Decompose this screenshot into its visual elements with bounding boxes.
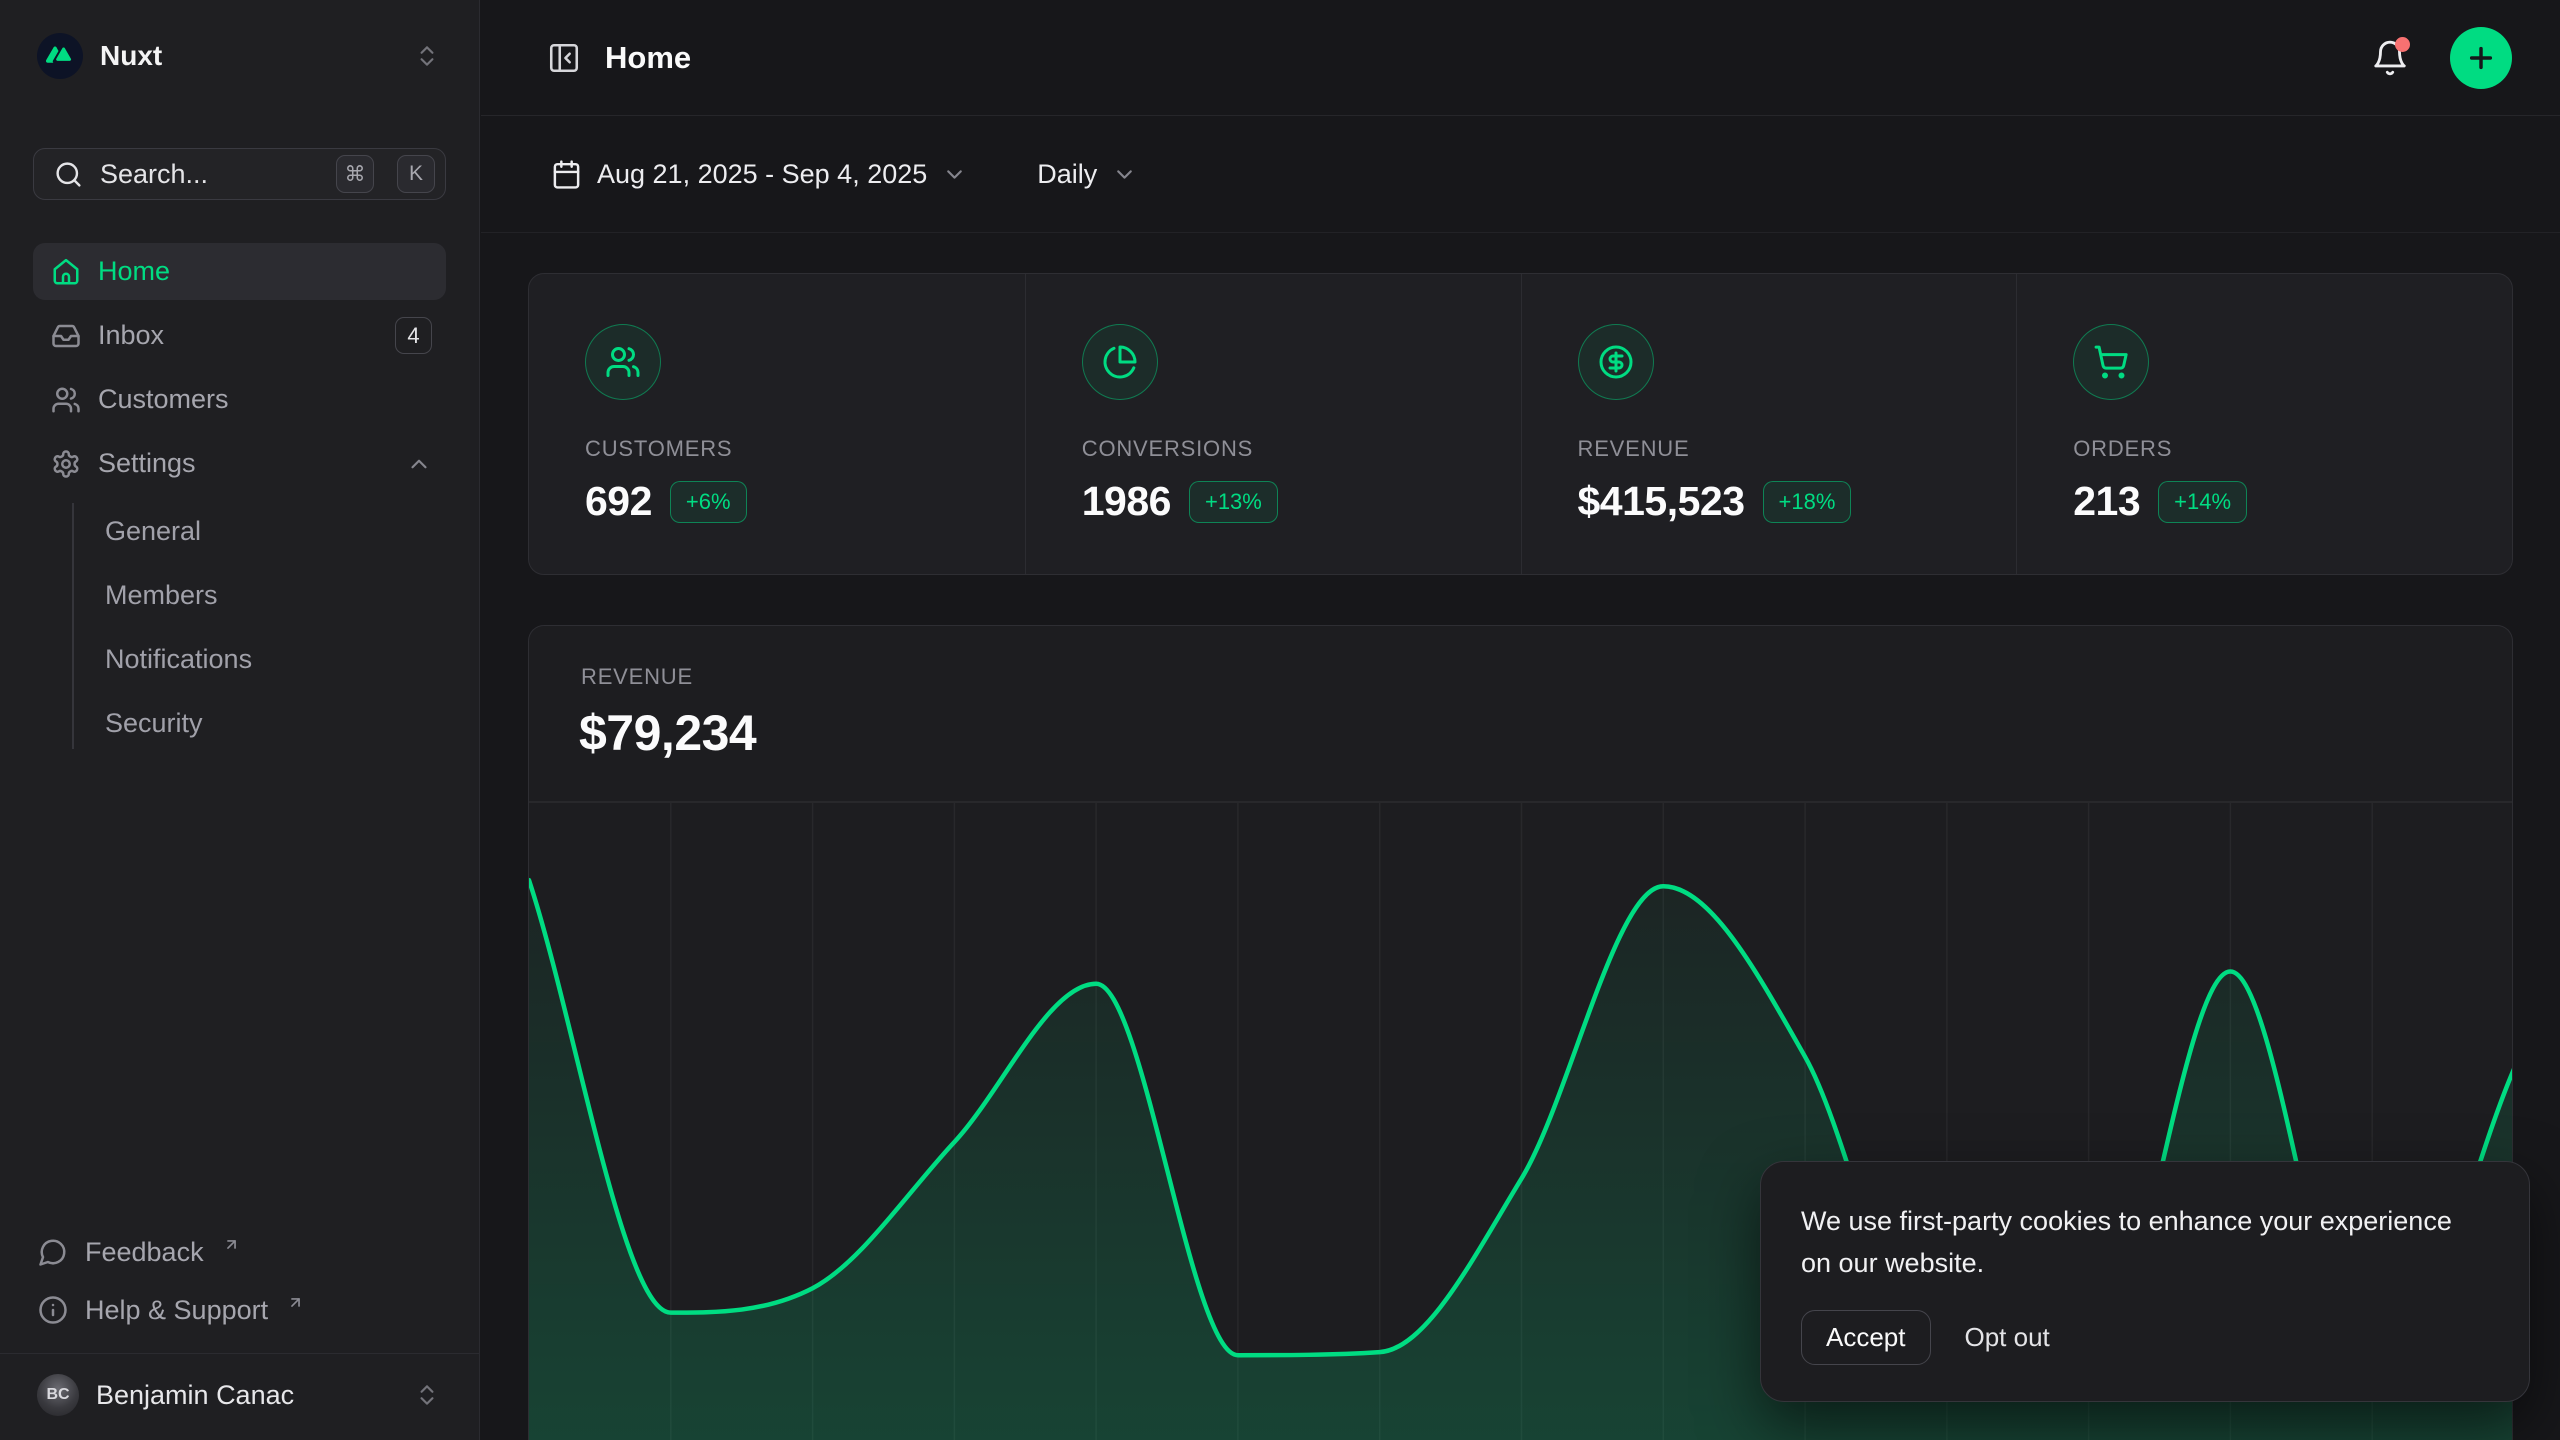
interval-select[interactable]: Daily [1037,159,1137,190]
interval-label: Daily [1037,159,1097,190]
sidebar-item-label: Customers [98,384,432,415]
stat-value: $415,523 [1578,478,1745,525]
chevrons-up-down-icon [414,1382,440,1408]
sidebar: Nuxt Search... ⌘ K Home Inbox 4 [0,0,480,1440]
calendar-icon [551,159,582,190]
stat-card-customers[interactable]: CUSTOMERS 692 +6% [529,274,1025,574]
revenue-value: $79,234 [579,704,2512,762]
stat-label: ORDERS [2073,436,2472,462]
stat-label: REVENUE [1578,436,1977,462]
filter-bar: Aug 21, 2025 - Sep 4, 2025 Daily [481,116,2560,233]
search-placeholder: Search... [100,159,313,190]
external-link-icon [223,1236,240,1253]
stats-row: CUSTOMERS 692 +6% CONVERSIONS 1986 +13% … [528,273,2513,575]
search-input[interactable]: Search... ⌘ K [33,148,446,200]
stat-label: CONVERSIONS [1082,436,1481,462]
feedback-link[interactable]: Feedback [33,1223,446,1281]
info-circle-icon [38,1295,68,1325]
workspace-switcher[interactable]: Nuxt [33,24,446,88]
chevron-down-icon [942,162,967,187]
stat-card-revenue[interactable]: REVENUE $415,523 +18% [1521,274,2017,574]
sidebar-item-general[interactable]: General [105,499,446,563]
user-name: Benjamin Canac [96,1380,397,1411]
sidebar-item-settings[interactable]: Settings [33,435,446,492]
avatar: BC [37,1374,79,1416]
users-icon [585,324,661,400]
chevron-down-icon [1112,162,1137,187]
home-icon [51,257,81,287]
cookie-message: We use first-party cookies to enhance yo… [1801,1200,2489,1284]
settings-gear-icon [51,449,81,479]
user-menu[interactable]: BC Benjamin Canac [33,1354,446,1440]
chevron-up-icon [406,451,432,477]
sidebar-item-home[interactable]: Home [33,243,446,300]
feedback-label: Feedback [85,1237,204,1268]
stat-card-orders[interactable]: ORDERS 213 +14% [2016,274,2512,574]
shopping-cart-icon [2073,324,2149,400]
stat-delta-badge: +6% [670,481,747,523]
sidebar-item-customers[interactable]: Customers [33,371,446,428]
collapse-sidebar-button[interactable] [547,41,581,75]
sidebar-item-label: Home [98,256,432,287]
inbox-count-badge: 4 [395,317,432,354]
page-title: Home [605,40,691,76]
sidebar-item-notifications[interactable]: Notifications [105,627,446,691]
help-support-label: Help & Support [85,1295,268,1326]
stat-value: 692 [585,478,652,525]
stat-value: 1986 [1082,478,1171,525]
nuxt-logo [37,33,83,79]
plus-icon [2465,42,2497,74]
date-range-label: Aug 21, 2025 - Sep 4, 2025 [597,159,927,190]
help-support-link[interactable]: Help & Support [33,1281,446,1339]
notifications-button[interactable] [2368,36,2412,80]
notification-dot [2395,37,2410,52]
stat-value: 213 [2073,478,2140,525]
stat-card-conversions[interactable]: CONVERSIONS 1986 +13% [1025,274,1521,574]
stat-delta-badge: +18% [1763,481,1852,523]
users-icon [51,385,81,415]
sidebar-item-label: Settings [98,448,389,479]
stat-delta-badge: +13% [1189,481,1278,523]
add-button[interactable] [2450,27,2512,89]
topbar: Home [481,0,2560,116]
cookie-banner: We use first-party cookies to enhance yo… [1760,1161,2530,1402]
sidebar-item-label: Inbox [98,320,378,351]
kbd-cmd: ⌘ [336,155,374,193]
stat-delta-badge: +14% [2158,481,2247,523]
chevrons-up-down-icon [414,43,440,69]
sidebar-item-security[interactable]: Security [105,691,446,755]
stat-label: CUSTOMERS [585,436,985,462]
revenue-label: REVENUE [581,664,2512,690]
pie-chart-icon [1082,324,1158,400]
kbd-k: K [397,155,435,193]
workspace-name: Nuxt [100,40,397,72]
sidebar-item-inbox[interactable]: Inbox 4 [33,307,446,364]
inbox-icon [51,321,81,351]
sidebar-footer: Feedback Help & Support BC Benjamin Cana… [33,1223,446,1440]
accept-cookies-button[interactable]: Accept [1801,1310,1931,1365]
sidebar-nav: Home Inbox 4 Customers Settings Ge [33,243,446,755]
search-icon [54,160,83,189]
sidebar-item-members[interactable]: Members [105,563,446,627]
external-link-icon [287,1294,304,1311]
opt-out-button[interactable]: Opt out [1961,1311,2054,1364]
settings-subnav: General Members Notifications Security [33,499,446,755]
circle-dollar-icon [1578,324,1654,400]
date-range-picker[interactable]: Aug 21, 2025 - Sep 4, 2025 [551,159,967,190]
message-bubble-icon [38,1237,68,1267]
